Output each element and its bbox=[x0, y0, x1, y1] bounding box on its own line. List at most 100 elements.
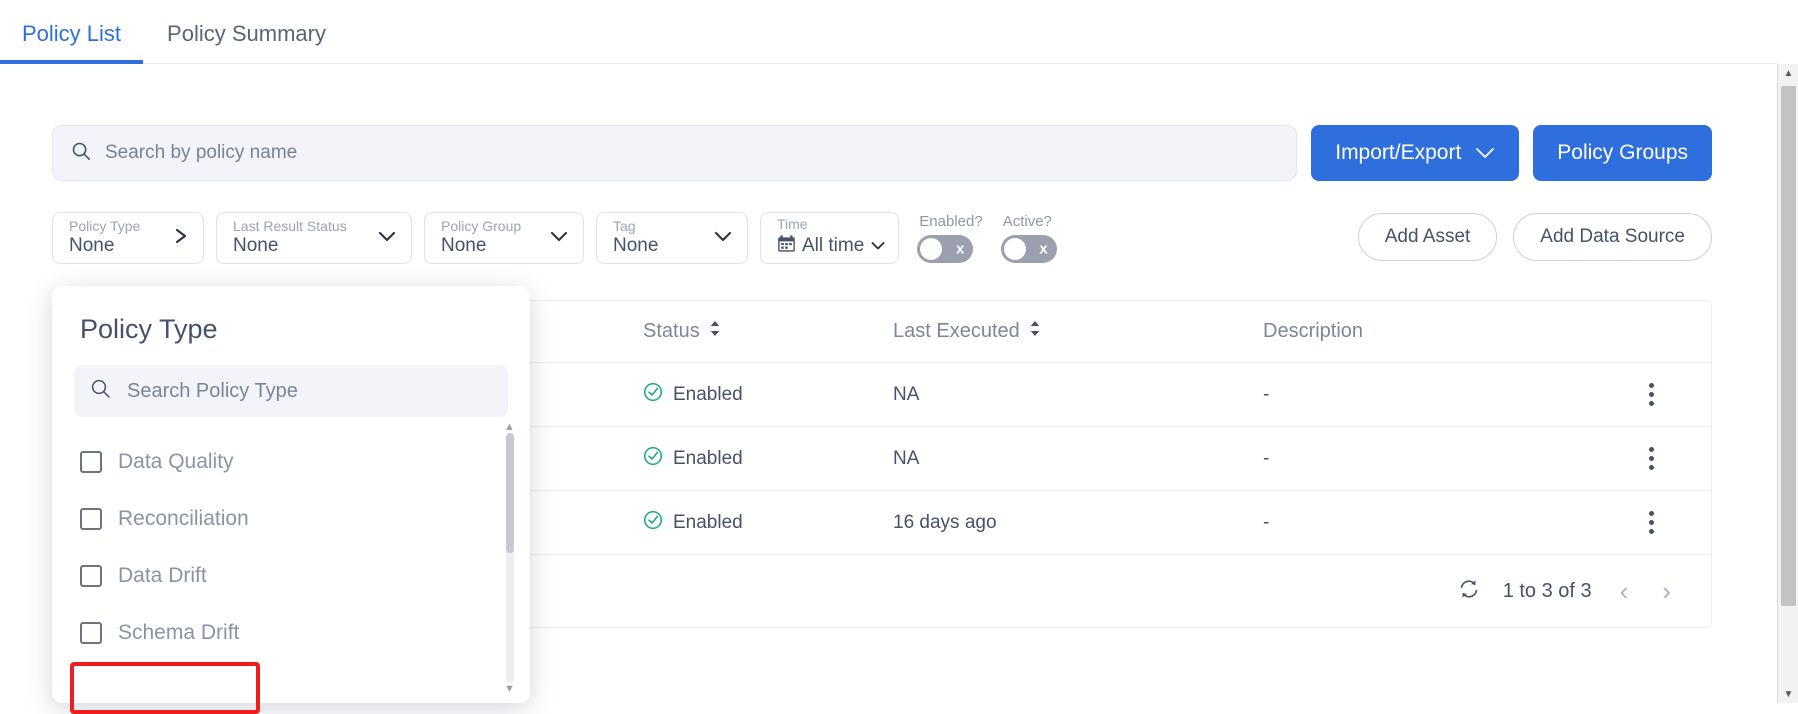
tab-policy-list-label: Policy List bbox=[22, 21, 122, 46]
chevron-right-icon bbox=[173, 226, 189, 251]
filter-chip-tag-label: Tag bbox=[613, 218, 636, 235]
filter-chip-time[interactable]: Time All time bbox=[760, 212, 900, 264]
column-header-status-label: Status bbox=[643, 320, 700, 342]
add-data-source-button[interactable]: Add Data Source bbox=[1513, 213, 1712, 261]
calendar-icon bbox=[777, 234, 796, 259]
page-scrollbar[interactable]: ▲ ▼ bbox=[1777, 64, 1798, 703]
policy-groups-label: Policy Groups bbox=[1557, 141, 1688, 164]
enabled-toggle-caption: Enabled? bbox=[919, 213, 983, 230]
cell-status: Enabled bbox=[643, 446, 893, 472]
add-data-source-label: Add Data Source bbox=[1540, 226, 1685, 247]
check-circle-icon bbox=[643, 382, 663, 408]
sort-icon[interactable] bbox=[1029, 320, 1041, 343]
action-buttons: Add Asset Add Data Source bbox=[1357, 213, 1712, 261]
filter-chip-policy-type-value: None bbox=[69, 235, 115, 257]
column-header-description-label: Description bbox=[1263, 320, 1364, 342]
policy-type-list-scrollbar[interactable]: ▲ ▼ bbox=[504, 421, 515, 695]
tab-policy-list[interactable]: Policy List bbox=[0, 21, 144, 64]
checkbox-icon[interactable] bbox=[80, 564, 102, 587]
policy-type-option-label: Data Drift bbox=[118, 563, 207, 587]
scroll-down-icon[interactable]: ▼ bbox=[504, 683, 515, 695]
enabled-toggle-mark: x bbox=[955, 240, 965, 258]
import-export-button[interactable]: Import/Export bbox=[1311, 125, 1520, 181]
cell-description: - bbox=[1263, 383, 1270, 405]
active-toggle[interactable]: x bbox=[1000, 235, 1057, 263]
active-toggle-mark: x bbox=[1039, 240, 1048, 258]
policy-groups-button[interactable]: Policy Groups bbox=[1533, 125, 1712, 181]
column-header-last-executed[interactable]: Last Executed bbox=[893, 320, 1263, 343]
filter-chip-last-result-status[interactable]: Last Result Status None bbox=[216, 212, 412, 264]
page-content: Import/Export Policy Groups Policy Type … bbox=[0, 64, 1777, 714]
search-icon bbox=[90, 378, 111, 404]
policy-type-dropdown-panel: Policy Type Data Quality Reconciliation bbox=[52, 286, 530, 703]
filter-chip-policy-group[interactable]: Policy Group None bbox=[424, 212, 584, 264]
search-input[interactable] bbox=[103, 141, 1279, 165]
search-icon bbox=[71, 141, 91, 166]
search-field[interactable] bbox=[52, 125, 1298, 181]
checkbox-icon[interactable] bbox=[80, 621, 102, 644]
check-circle-icon bbox=[643, 510, 663, 536]
cell-status-label: Enabled bbox=[673, 383, 743, 405]
column-header-description: Description bbox=[1263, 320, 1621, 343]
enabled-toggle-knob bbox=[920, 238, 943, 260]
chevron-down-icon bbox=[713, 229, 733, 248]
scroll-up-icon[interactable]: ▲ bbox=[1778, 64, 1798, 82]
filter-chip-last-result-status-value: None bbox=[233, 235, 279, 257]
row-actions-menu[interactable] bbox=[1621, 447, 1681, 470]
add-asset-button[interactable]: Add Asset bbox=[1357, 213, 1498, 261]
policy-type-option-list: Data Quality Reconciliation Data Drift S… bbox=[52, 421, 530, 695]
column-header-status[interactable]: Status bbox=[643, 320, 893, 343]
import-export-label: Import/Export bbox=[1335, 141, 1462, 164]
kebab-menu-icon[interactable] bbox=[1648, 447, 1654, 470]
policy-type-option-reconciliation[interactable]: Reconciliation bbox=[52, 490, 530, 547]
filter-chip-policy-group-label: Policy Group bbox=[441, 218, 522, 235]
search-row: Import/Export Policy Groups bbox=[52, 124, 1712, 182]
filter-chip-tag-value: None bbox=[613, 235, 659, 257]
scroll-up-icon[interactable]: ▲ bbox=[504, 421, 515, 433]
policy-type-search-input[interactable] bbox=[125, 378, 492, 404]
cell-last-executed: 16 days ago bbox=[893, 511, 997, 533]
filter-chips: Policy Type None Last Result Status None bbox=[52, 212, 1057, 264]
policy-type-option-label: Reconciliation bbox=[118, 506, 249, 530]
active-toggle-block: Active? x bbox=[1000, 213, 1057, 263]
scrollbar-thumb[interactable] bbox=[506, 433, 514, 553]
cell-status-label: Enabled bbox=[673, 447, 743, 469]
filter-chip-time-label: Time bbox=[777, 216, 808, 233]
cell-status: Enabled bbox=[643, 382, 893, 408]
filter-chip-policy-type[interactable]: Policy Type None bbox=[52, 212, 204, 264]
filter-chip-tag[interactable]: Tag None bbox=[596, 212, 748, 264]
pagination-next-button[interactable]: › bbox=[1656, 578, 1677, 604]
pagination-prev-button[interactable]: ‹ bbox=[1614, 578, 1635, 604]
policy-type-option-schema-drift[interactable]: Schema Drift bbox=[52, 604, 530, 661]
cell-description: - bbox=[1263, 511, 1270, 533]
tab-policy-summary-label: Policy Summary bbox=[167, 21, 326, 46]
cell-status: Enabled bbox=[643, 510, 893, 536]
chevron-down-icon bbox=[549, 229, 569, 248]
row-actions-menu[interactable] bbox=[1621, 383, 1681, 406]
chevron-down-icon bbox=[377, 229, 397, 248]
policy-type-panel-title: Policy Type bbox=[80, 314, 218, 344]
kebab-menu-icon[interactable] bbox=[1648, 511, 1654, 534]
pagination-range: 1 to 3 of 3 bbox=[1502, 579, 1592, 602]
scroll-down-icon[interactable]: ▼ bbox=[1778, 685, 1798, 703]
cell-description: - bbox=[1263, 447, 1270, 469]
sort-icon[interactable] bbox=[709, 320, 721, 343]
policy-type-search-field[interactable] bbox=[74, 365, 508, 417]
refresh-icon[interactable] bbox=[1457, 577, 1481, 606]
cell-last-executed: NA bbox=[893, 447, 920, 469]
policy-type-option-data-drift[interactable]: Data Drift bbox=[52, 547, 530, 604]
policy-type-option-data-quality[interactable]: Data Quality bbox=[52, 433, 530, 490]
kebab-menu-icon[interactable] bbox=[1648, 383, 1654, 406]
checkbox-icon[interactable] bbox=[80, 507, 102, 530]
enabled-toggle-block: Enabled? x bbox=[917, 213, 983, 263]
chevron-down-icon bbox=[1475, 141, 1495, 165]
enabled-toggle[interactable]: x bbox=[917, 235, 974, 263]
row-actions-menu[interactable] bbox=[1621, 511, 1681, 534]
cell-status-label: Enabled bbox=[673, 511, 743, 533]
tab-policy-summary[interactable]: Policy Summary bbox=[143, 21, 344, 63]
checkbox-icon[interactable] bbox=[80, 450, 102, 473]
add-asset-label: Add Asset bbox=[1384, 226, 1471, 247]
column-header-last-executed-label: Last Executed bbox=[893, 320, 1020, 342]
page-scrollbar-thumb[interactable] bbox=[1781, 86, 1796, 606]
active-toggle-knob bbox=[1003, 238, 1026, 260]
